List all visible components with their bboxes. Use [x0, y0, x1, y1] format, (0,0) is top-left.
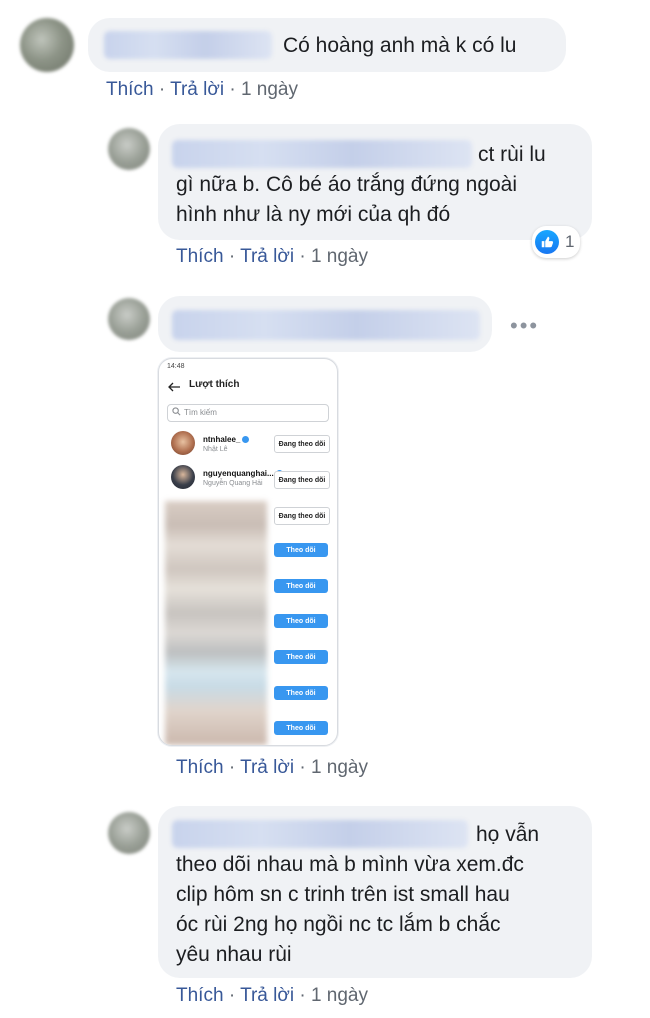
reply-actions: Thích · Trả lời · 1 ngày — [176, 985, 368, 1007]
reaction-summary[interactable]: 1 — [532, 226, 581, 258]
like-link[interactable]: Thích — [106, 79, 154, 100]
follow-button: Theo dõi — [274, 614, 328, 628]
reply-link[interactable]: Trả lời — [170, 79, 224, 100]
following-button: Đang theo dõi — [274, 435, 330, 453]
reply-avatar[interactable] — [108, 812, 150, 854]
attached-screenshot[interactable]: 14:48 Lượt thích Tìm kiếm ntnhalee_ Nhật… — [158, 358, 338, 746]
commenter-name-blurred[interactable] — [104, 31, 272, 59]
follow-button: Theo dõi — [274, 721, 328, 735]
reaction-count: 1 — [565, 232, 575, 251]
reply-text-line: clip hôm sn c trinh trên ist small hau — [176, 883, 510, 906]
search-placeholder: Tìm kiếm — [184, 408, 217, 417]
separator: · — [228, 757, 241, 778]
user-fullname: Nhật Lê — [203, 446, 228, 453]
separator: · — [299, 246, 311, 267]
following-button: Đang theo dõi — [274, 471, 330, 489]
replier-name-blurred[interactable] — [172, 310, 480, 340]
verified-icon — [242, 436, 250, 444]
follow-button: Theo dõi — [274, 579, 328, 593]
user-fullname: Nguyễn Quang Hải — [203, 480, 263, 487]
reply-text-line: ct rùi lu — [478, 143, 546, 166]
timestamp-link[interactable]: 1 ngày — [311, 246, 368, 267]
reply-link[interactable]: Trả lời — [240, 985, 294, 1006]
reply-text-line: yêu nhau rùi — [176, 943, 292, 966]
reply-text-line: theo dõi nhau mà b mình vừa xem.đc — [176, 853, 524, 876]
like-icon — [535, 230, 559, 254]
reply-actions: Thích · Trả lời · 1 ngày — [176, 246, 368, 268]
reply-avatar[interactable] — [108, 298, 150, 340]
follow-button: Theo dõi — [274, 686, 328, 700]
comment-actions: Thích · Trả lời · 1 ngày — [106, 79, 298, 101]
replier-name-blurred[interactable] — [172, 820, 468, 848]
follow-button: Theo dõi — [274, 543, 328, 557]
username: ntnhalee_ — [203, 435, 250, 444]
separator: · — [228, 246, 241, 267]
username: nguyenquanghai... — [203, 469, 283, 478]
timestamp-link[interactable]: 1 ngày — [311, 985, 368, 1006]
separator: · — [229, 79, 241, 100]
reply-text-line: hình như là ny mới của qh đó — [176, 203, 451, 226]
follow-button: Theo dõi — [274, 650, 328, 664]
separator: · — [299, 757, 311, 778]
like-link[interactable]: Thích — [176, 985, 224, 1006]
blurred-user-list — [165, 501, 267, 745]
back-arrow-icon — [167, 379, 181, 397]
replier-name-blurred[interactable] — [172, 140, 472, 168]
likes-title: Lượt thích — [189, 379, 240, 390]
reply-avatar[interactable] — [108, 128, 150, 170]
commenter-avatar[interactable] — [20, 18, 74, 72]
user-avatar — [171, 465, 195, 489]
user-avatar — [171, 431, 195, 455]
search-icon — [172, 407, 181, 418]
comment-text: Có hoàng anh mà k có lu — [283, 34, 517, 57]
reply-text-line: gì nữa b. Cô bé áo trắng đứng ngoài — [176, 173, 518, 196]
like-link[interactable]: Thích — [176, 757, 224, 778]
more-options-icon[interactable]: ••• — [510, 313, 539, 339]
following-button: Đang theo dõi — [274, 507, 330, 525]
phone-status-time: 14:48 — [167, 363, 185, 370]
separator: · — [228, 985, 241, 1006]
phone-search-input: Tìm kiếm — [167, 404, 329, 422]
like-link[interactable]: Thích — [176, 246, 224, 267]
separator: · — [158, 79, 171, 100]
separator: · — [299, 985, 311, 1006]
reply-link[interactable]: Trả lời — [240, 757, 294, 778]
reply-text-line: họ vẫn — [476, 823, 540, 846]
timestamp-link[interactable]: 1 ngày — [241, 79, 298, 100]
reply-actions: Thích · Trả lời · 1 ngày — [176, 757, 368, 779]
reply-text-line: óc rùi 2ng họ ngồi nc tc lắm b chắc — [176, 913, 501, 936]
reply-link[interactable]: Trả lời — [240, 246, 294, 267]
timestamp-link[interactable]: 1 ngày — [311, 757, 368, 778]
